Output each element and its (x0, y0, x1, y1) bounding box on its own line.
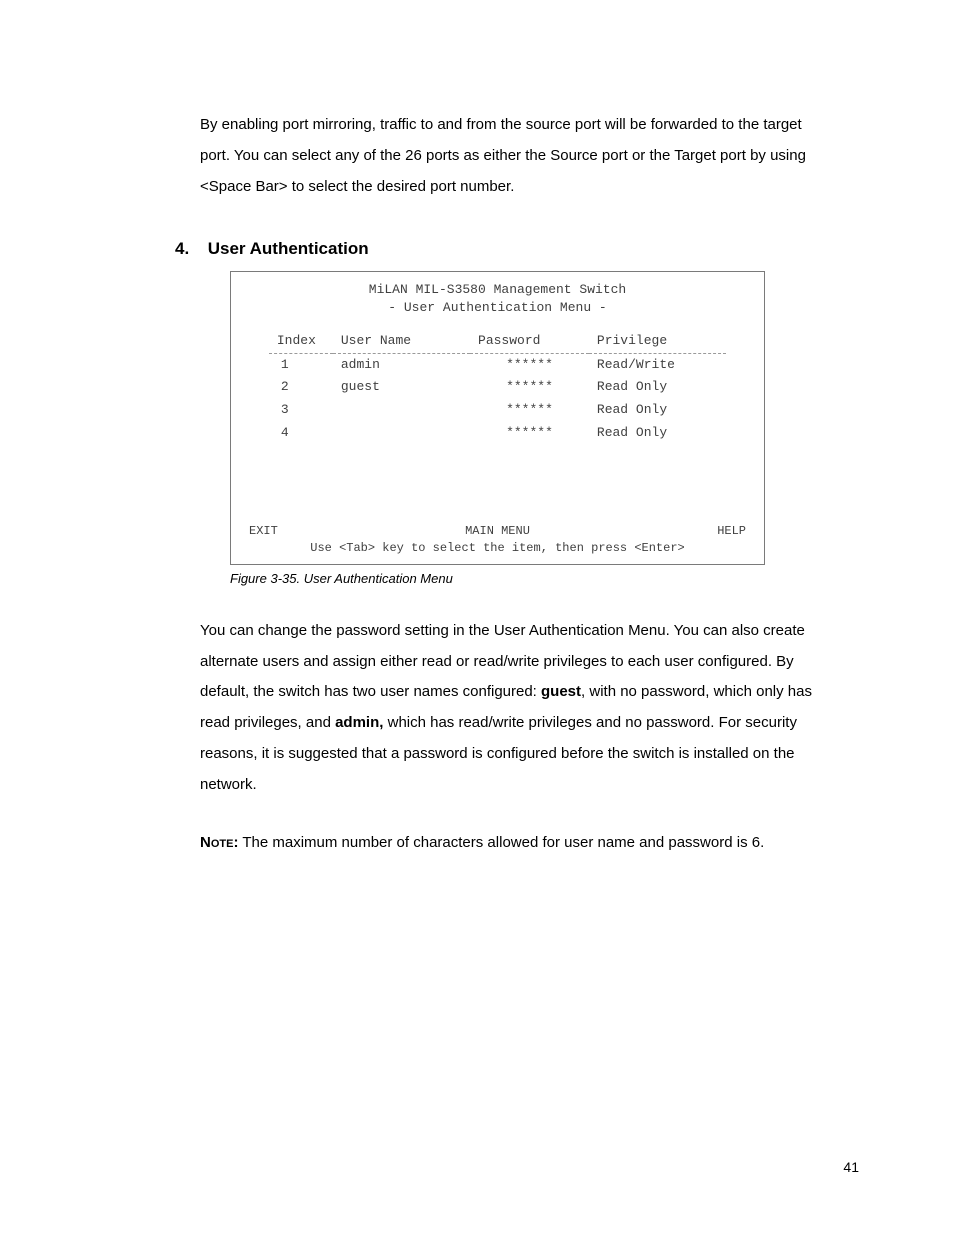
table-row: 4 ****** Read Only (269, 422, 726, 445)
cell-user (333, 422, 470, 445)
col-header-privilege: Privilege (589, 332, 726, 353)
footer-center-bottom: Use <Tab> key to select the item, then p… (299, 540, 696, 557)
cell-user: guest (333, 376, 470, 399)
col-header-password: Password (470, 332, 589, 353)
col-header-user: User Name (333, 332, 470, 353)
cell-privilege: Read/Write (589, 353, 726, 376)
cell-user (333, 399, 470, 422)
cell-index: 3 (269, 399, 333, 422)
cell-index: 4 (269, 422, 333, 445)
footer-center-top: MAIN MENU (299, 523, 696, 540)
table-row: 2 guest ****** Read Only (269, 376, 726, 399)
section-title: User Authentication (208, 239, 369, 258)
intro-paragraph: By enabling port mirroring, traffic to a… (200, 110, 824, 202)
footer-center: MAIN MENU Use <Tab> key to select the it… (299, 523, 696, 558)
cell-password: ****** (470, 422, 589, 445)
auth-table: Index User Name Password Privilege 1 adm… (269, 332, 726, 519)
cell-privilege: Read Only (589, 422, 726, 445)
table-row: 3 ****** Read Only (269, 399, 726, 422)
document-page: By enabling port mirroring, traffic to a… (0, 0, 954, 1235)
cell-user: admin (333, 353, 470, 376)
table-header-row: Index User Name Password Privilege (269, 332, 726, 353)
section-number: 4. (175, 237, 203, 261)
table-row: 1 admin ****** Read/Write (269, 353, 726, 376)
note-text: The maximum number of characters allowed… (238, 834, 764, 851)
cell-password: ****** (470, 376, 589, 399)
figure-subtitle: - User Authentication Menu - (249, 299, 746, 318)
page-number: 41 (843, 1159, 859, 1175)
col-header-index: Index (269, 332, 333, 353)
table-spacer (269, 445, 726, 519)
figure-terminal-box: MiLAN MIL-S3580 Management Switch - User… (230, 271, 765, 565)
cell-password: ****** (470, 399, 589, 422)
figure-caption: Figure 3-35. User Authentication Menu (230, 571, 824, 586)
cell-privilege: Read Only (589, 376, 726, 399)
figure-footer: EXIT MAIN MENU Use <Tab> key to select t… (249, 523, 746, 558)
cell-index: 2 (269, 376, 333, 399)
cell-index: 1 (269, 353, 333, 376)
section-heading: 4. User Authentication (175, 237, 824, 261)
footer-right: HELP (696, 523, 746, 540)
bold-guest: guest (541, 683, 581, 700)
footer-left: EXIT (249, 523, 299, 540)
body-paragraph-1: You can change the password setting in t… (200, 616, 824, 801)
bold-admin: admin, (335, 714, 383, 731)
note-label: Note: (200, 834, 238, 851)
figure-title: MiLAN MIL-S3580 Management Switch (249, 282, 746, 299)
note-paragraph: Note: The maximum number of characters a… (200, 828, 824, 859)
cell-password: ****** (470, 353, 589, 376)
cell-privilege: Read Only (589, 399, 726, 422)
